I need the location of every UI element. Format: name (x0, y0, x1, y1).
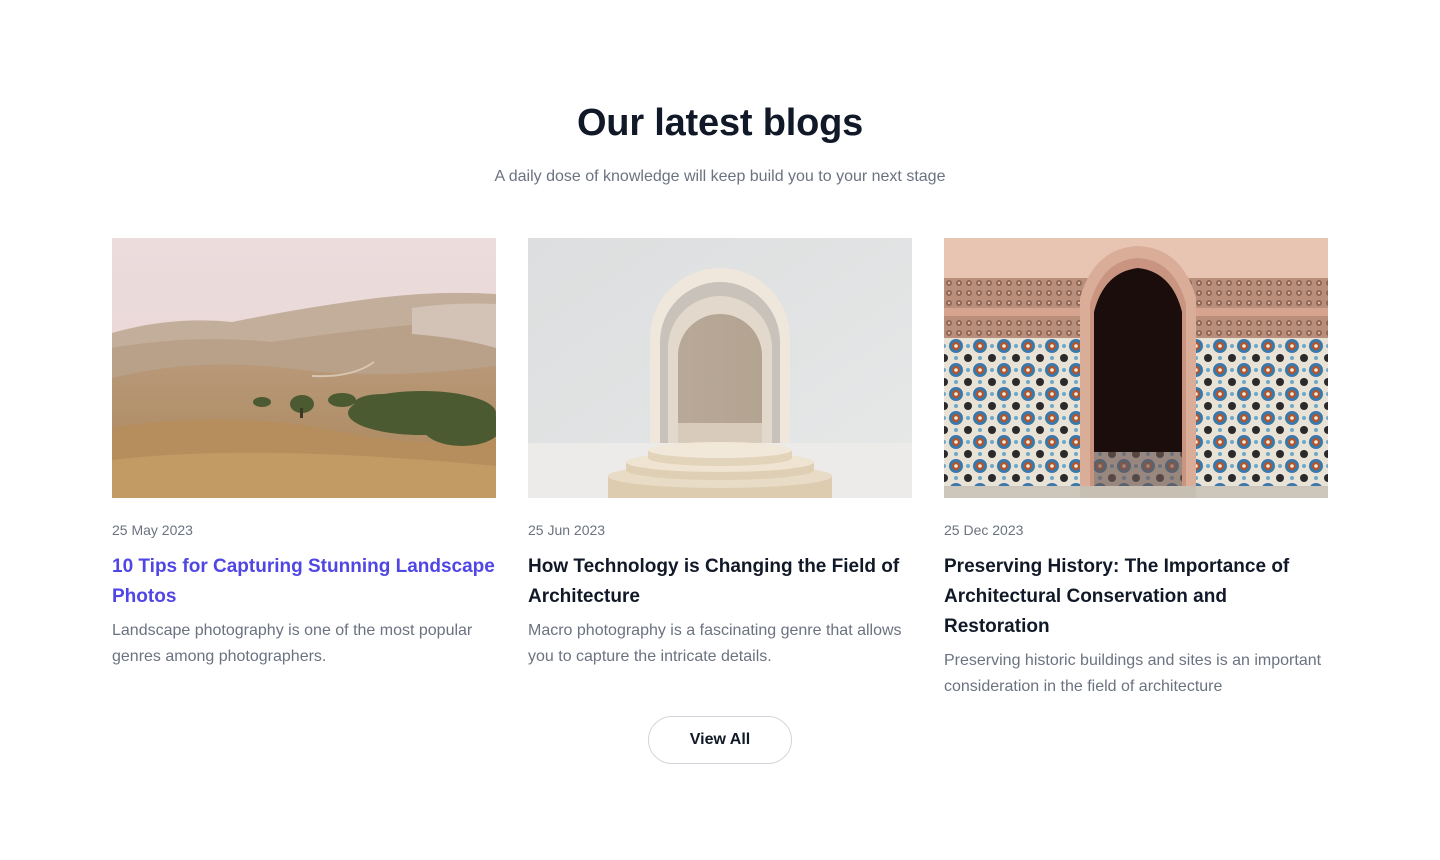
blog-card[interactable]: 25 May 2023 10 Tips for Capturing Stunni… (112, 238, 496, 700)
blog-card-image[interactable] (944, 238, 1328, 498)
blog-card-title[interactable]: 10 Tips for Capturing Stunning Landscape… (112, 552, 496, 612)
blog-card-title[interactable]: Preserving History: The Importance of Ar… (944, 552, 1328, 642)
blog-card-date: 25 Dec 2023 (944, 522, 1024, 538)
arches-render-photo (528, 238, 912, 498)
blog-card-list: 25 May 2023 10 Tips for Capturing Stunni… (112, 238, 1328, 700)
blog-card-excerpt: Landscape photography is one of the most… (112, 622, 473, 665)
blog-section: Our latest blogs A daily dose of knowled… (0, 0, 1440, 860)
blog-card-image[interactable] (112, 238, 496, 498)
blog-card[interactable]: 25 Dec 2023 Preserving History: The Impo… (944, 238, 1328, 700)
section-title: Our latest blogs (576, 102, 864, 144)
landscape-photo (112, 238, 496, 498)
tiled-archway-photo (944, 238, 1328, 498)
blog-card[interactable]: 25 Jun 2023 How Technology is Changing t… (528, 238, 912, 700)
blog-card-title[interactable]: How Technology is Changing the Field of … (528, 552, 912, 612)
section-subtitle: A daily dose of knowledge will keep buil… (494, 168, 946, 185)
blog-card-image[interactable] (528, 238, 912, 498)
blog-card-date: 25 Jun 2023 (528, 522, 606, 538)
blog-card-excerpt: Preserving historic buildings and sites … (944, 652, 1322, 695)
blog-card-excerpt: Macro photography is a fascinating genre… (528, 622, 902, 665)
view-all-button[interactable]: View All (648, 716, 792, 764)
blog-card-date: 25 May 2023 (112, 522, 193, 538)
